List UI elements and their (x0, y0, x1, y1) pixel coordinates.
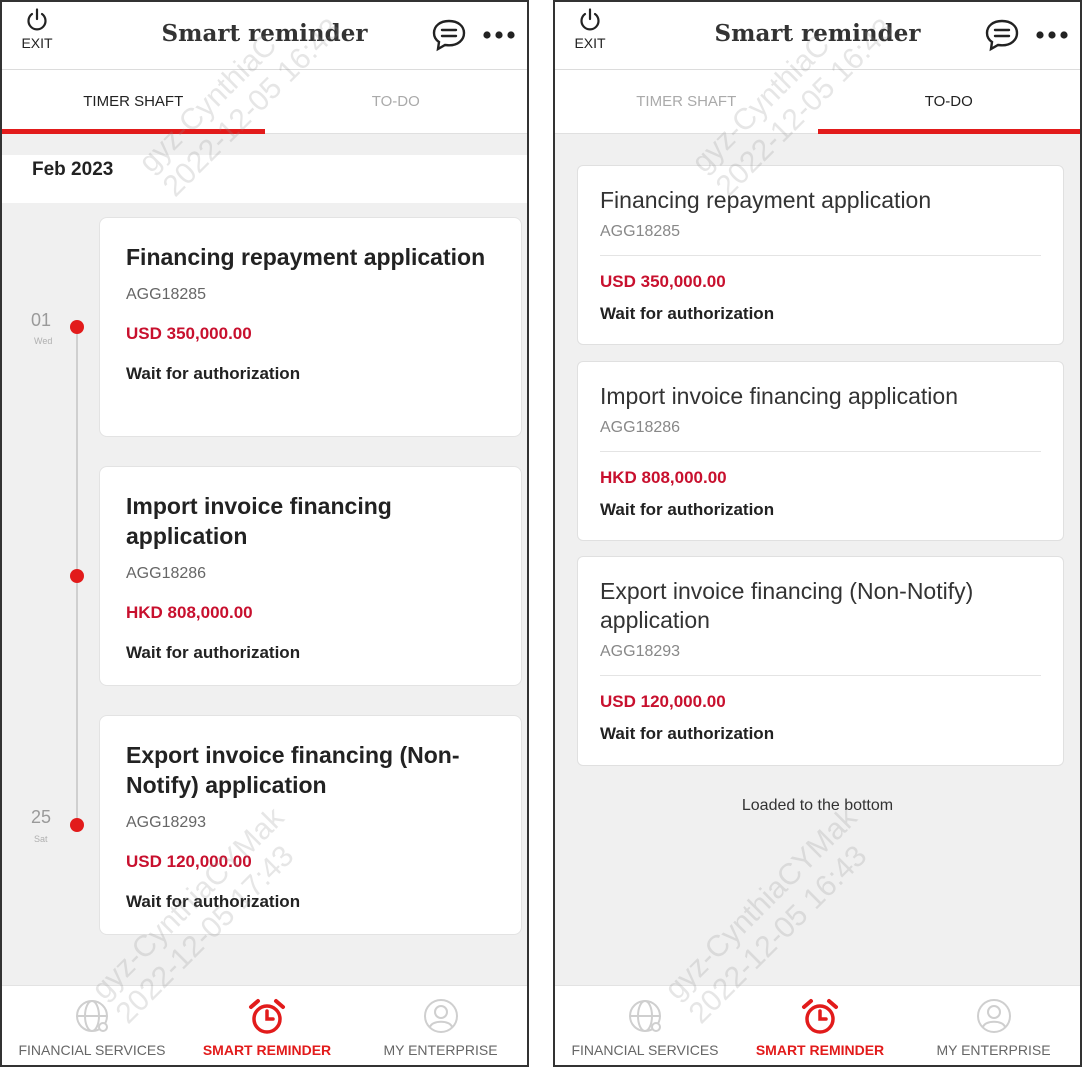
nav-label: SMART REMINDER (755, 1042, 885, 1058)
card-amount: HKD 808,000.00 (600, 468, 727, 487)
card-reference: AGG18286 (600, 419, 681, 436)
message-button[interactable] (982, 15, 1022, 55)
card-reference: AGG18285 (126, 286, 207, 303)
nav-smart-reminder[interactable]: SMART REMINDER (182, 986, 352, 1065)
timeline-dot (70, 818, 84, 832)
power-icon (580, 8, 600, 31)
reminder-card[interactable]: Export invoice financing (Non-Notify) ap… (99, 715, 522, 935)
nav-financial-services[interactable]: FINANCIAL SERVICES (2, 986, 182, 1065)
card-reference: AGG18293 (126, 814, 207, 831)
nav-my-enterprise[interactable]: MY ENTERPRISE (905, 986, 1080, 1065)
nav-label: MY ENTERPRISE (936, 1042, 1051, 1058)
reminder-card[interactable]: Financing repayment application AGG18285… (99, 217, 522, 437)
card-status: Wait for authorization (126, 364, 301, 383)
todo-card[interactable]: Export invoice financing (Non-Notify) ap… (577, 556, 1064, 766)
card-title: Financing repayment application (126, 244, 486, 270)
message-icon (985, 19, 1019, 52)
list-end-note: Loaded to the bottom (741, 797, 894, 814)
nav-label: MY ENTERPRISE (383, 1042, 498, 1058)
exit-button[interactable]: EXIT (565, 8, 615, 64)
card-divider (600, 255, 1041, 256)
tab-bar: TIMER SHAFT TO-DO (2, 70, 527, 134)
power-icon (27, 8, 47, 31)
tab-timer-shaft[interactable]: TIMER SHAFT (555, 70, 818, 134)
more-icon (1036, 31, 1068, 39)
more-button[interactable] (479, 20, 519, 50)
alarm-clock-icon (249, 999, 285, 1034)
more-button[interactable] (1032, 20, 1072, 50)
timer-shaft-screen: EXIT Smart reminder TIMER SHAFT TO-DO Fe… (0, 0, 529, 1067)
tab-bar: TIMER SHAFT TO-DO (555, 70, 1080, 134)
app-header: EXIT Smart reminder (555, 2, 1080, 70)
tab-timer-shaft[interactable]: TIMER SHAFT (2, 70, 265, 134)
globe-icon (629, 1000, 661, 1032)
message-button[interactable] (429, 15, 469, 55)
card-title: Export invoice financing (Non-Notify) ap… (126, 742, 460, 798)
exit-button[interactable]: EXIT (12, 8, 62, 64)
card-divider (600, 675, 1041, 676)
card-reference: AGG18293 (600, 643, 681, 660)
month-header: Feb 2023 (2, 155, 527, 203)
nav-label: FINANCIAL SERVICES (571, 1042, 719, 1058)
card-title: Import invoice financing application (600, 383, 958, 409)
nav-my-enterprise[interactable]: MY ENTERPRISE (352, 986, 527, 1065)
app-header: EXIT Smart reminder (2, 2, 527, 70)
card-title: Import invoice financing application (126, 493, 392, 549)
user-icon (976, 999, 1011, 1033)
card-amount: USD 120,000.00 (126, 852, 252, 871)
card-title: Financing repayment application (600, 187, 932, 213)
bottom-nav: FINANCIAL SERVICES SMART REMINDER MY ENT… (555, 985, 1080, 1065)
card-amount: USD 120,000.00 (600, 692, 726, 711)
card-amount: HKD 808,000.00 (126, 603, 253, 622)
card-reference: AGG18285 (600, 223, 681, 240)
nav-smart-reminder[interactable]: SMART REMINDER (735, 986, 905, 1065)
todo-card[interactable]: Import invoice financing application AGG… (577, 361, 1064, 541)
timeline-day: 01 (31, 310, 52, 330)
card-status: Wait for authorization (600, 304, 775, 323)
nav-financial-services[interactable]: FINANCIAL SERVICES (555, 986, 735, 1065)
todo-card[interactable]: Financing repayment application AGG18285… (577, 165, 1064, 345)
nav-label: FINANCIAL SERVICES (18, 1042, 166, 1058)
nav-label: SMART REMINDER (202, 1042, 332, 1058)
card-status: Wait for authorization (126, 643, 301, 662)
globe-icon (76, 1000, 108, 1032)
card-amount: USD 350,000.00 (600, 272, 726, 291)
more-icon (483, 31, 515, 39)
exit-label: EXIT (574, 35, 606, 51)
bottom-nav: FINANCIAL SERVICES SMART REMINDER MY ENT… (2, 985, 527, 1065)
reminder-card[interactable]: Import invoice financing application AGG… (99, 466, 522, 686)
card-status: Wait for authorization (126, 892, 301, 911)
card-status: Wait for authorization (600, 724, 775, 743)
card-title: Export invoice financing (Non-Notify) ap… (600, 578, 974, 633)
exit-label: EXIT (21, 35, 53, 51)
tab-to-do[interactable]: TO-DO (265, 70, 528, 134)
timeline-dot (70, 569, 84, 583)
timeline-weekday: Wed (34, 336, 53, 346)
card-reference: AGG18286 (126, 565, 207, 582)
timeline-weekday: Sat (34, 834, 48, 844)
to-do-screen: EXIT Smart reminder TIMER SHAFT TO-DO Fi… (553, 0, 1082, 1067)
timeline-dot (70, 320, 84, 334)
alarm-clock-icon (802, 999, 838, 1034)
user-icon (423, 999, 458, 1033)
card-status: Wait for authorization (600, 500, 775, 519)
card-divider (600, 451, 1041, 452)
message-icon (432, 19, 466, 52)
card-amount: USD 350,000.00 (126, 324, 252, 343)
tab-to-do[interactable]: TO-DO (817, 70, 1081, 134)
timeline-day: 25 (31, 807, 52, 827)
